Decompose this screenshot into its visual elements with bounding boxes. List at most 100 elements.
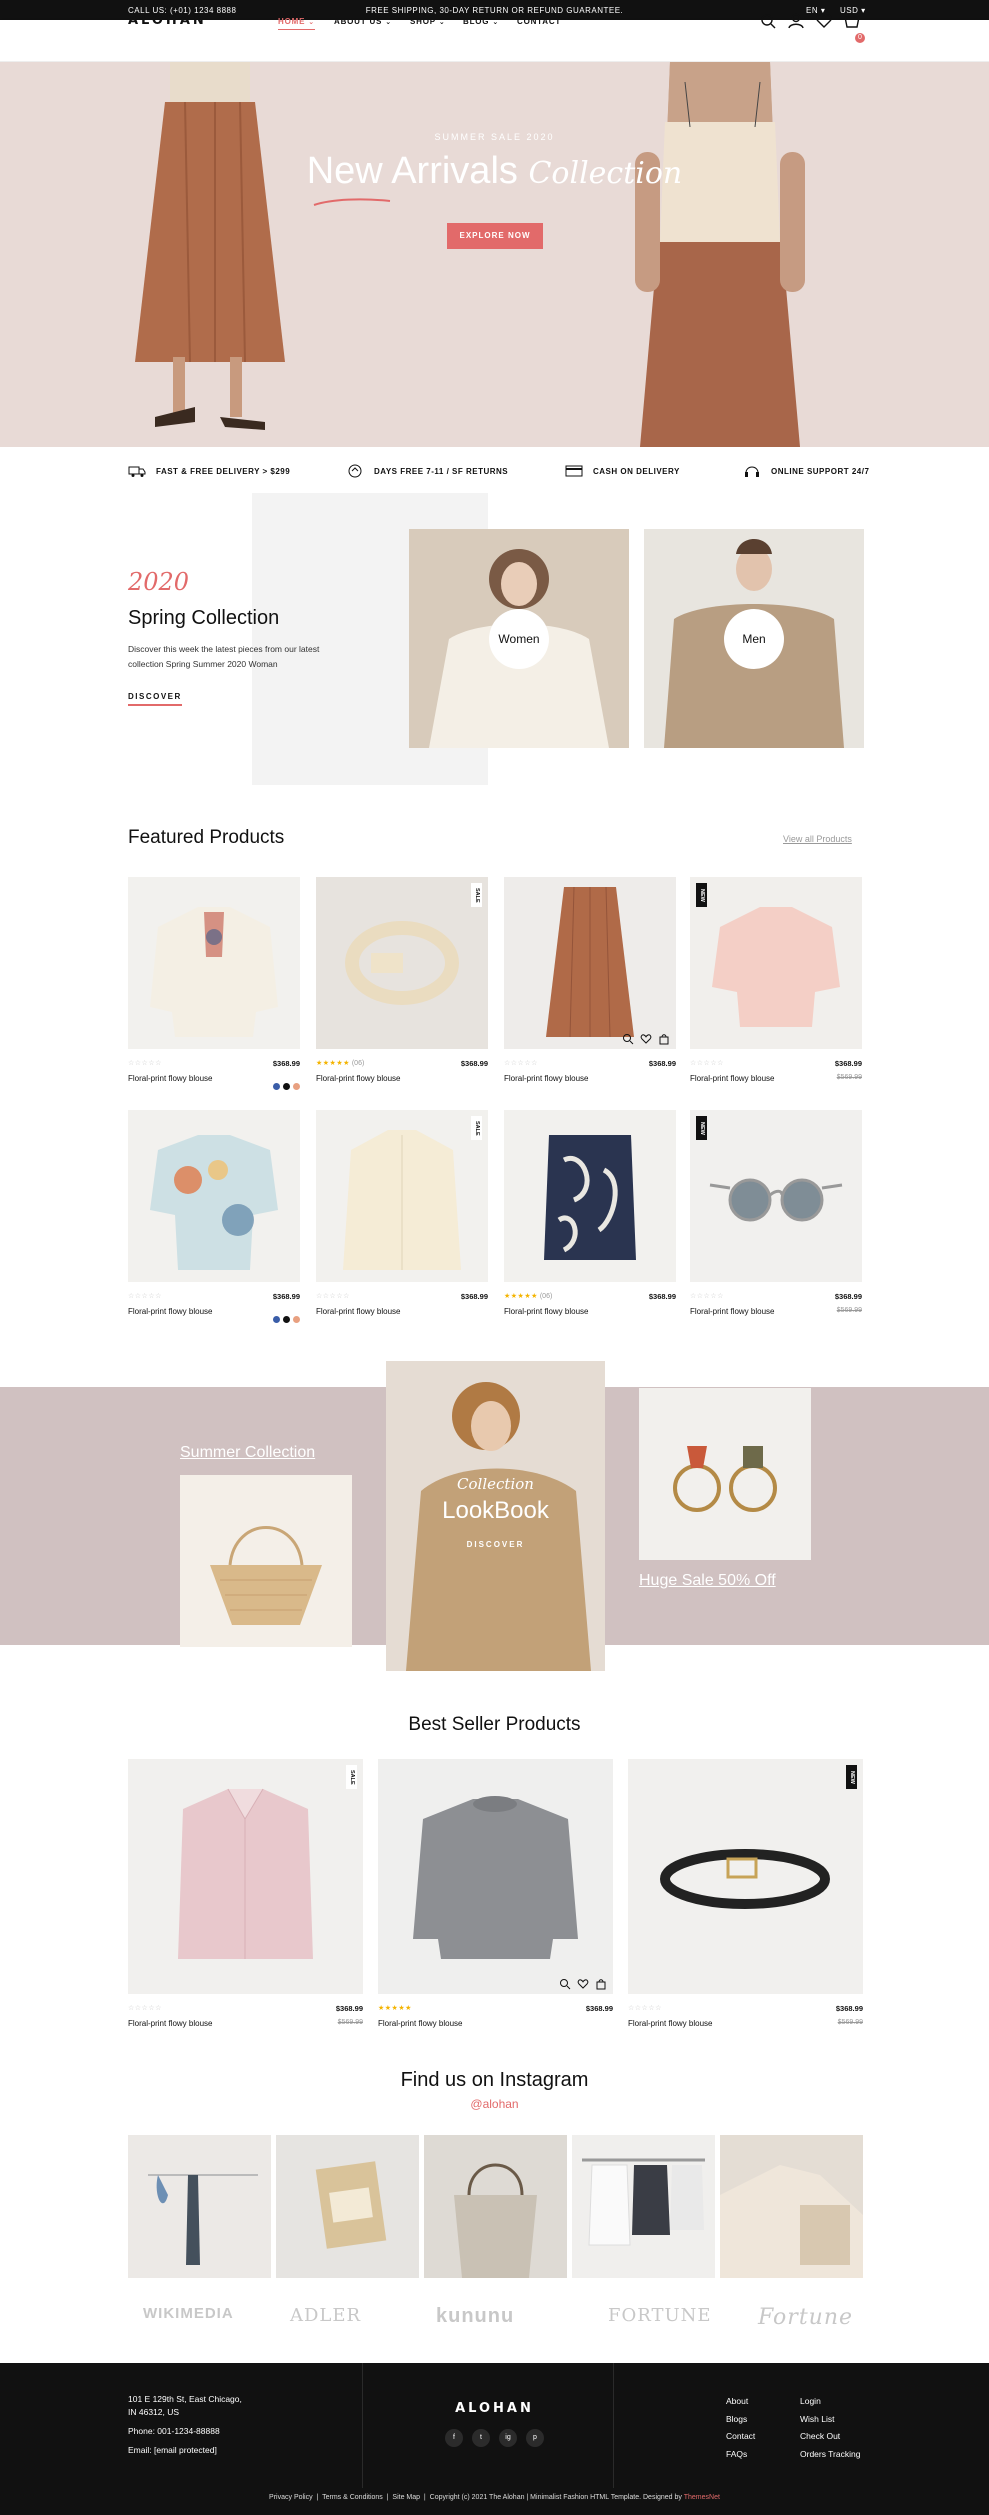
product-name[interactable]: Floral-print flowy blouse: [504, 1074, 676, 1083]
old-price: $569.99: [337, 2019, 363, 2026]
site-logo[interactable]: ALOHAN: [128, 13, 207, 28]
product-name[interactable]: Floral-print flowy blouse $569.99: [128, 2019, 363, 2028]
product-card[interactable]: SALE ★★★★★ (06) $368.99 Floral-print flow…: [316, 877, 488, 1083]
add-to-cart-icon[interactable]: [658, 1033, 670, 1045]
footer-phone: Phone: 001-1234-88888: [128, 2426, 220, 2436]
spring-discover-link[interactable]: DISCOVER: [128, 692, 182, 706]
product-image[interactable]: SALE: [128, 1759, 363, 1994]
support-icon: [745, 466, 759, 477]
search-icon[interactable]: [759, 12, 777, 30]
summer-collection-link[interactable]: Summer Collection: [180, 1444, 315, 1462]
twitter-icon[interactable]: t: [472, 2429, 490, 2447]
footer-link-faqs[interactable]: FAQs: [726, 2446, 755, 2464]
feature-cash-on-delivery: CASH ON DELIVERY: [565, 463, 680, 479]
product-card[interactable]: ☆☆☆☆☆ $368.99 Floral-print flowy blouse: [504, 877, 676, 1083]
explore-now-button[interactable]: EXPLORE NOW: [447, 223, 543, 249]
quick-view-icon[interactable]: [559, 1978, 571, 1990]
swatch[interactable]: [273, 1083, 280, 1090]
instagram-handle[interactable]: @alohan: [0, 2097, 989, 2111]
nav-blog[interactable]: BLOG ⌄: [463, 17, 499, 26]
product-card[interactable]: SALE ☆☆☆☆☆ $368.99 Floral-print flowy blo…: [316, 1110, 488, 1316]
product-card[interactable]: ★★★★★ $368.99 Floral-print flowy blouse: [378, 1759, 613, 2028]
product-image[interactable]: [504, 1110, 676, 1282]
user-icon[interactable]: [787, 12, 805, 30]
spring-title: Spring Collection: [128, 607, 280, 629]
swatch[interactable]: [273, 1316, 280, 1323]
product-card[interactable]: ☆☆☆☆☆ $368.99 Floral-print flowy blouse: [128, 877, 300, 1090]
hero-underline-swash: [313, 198, 391, 206]
product-name[interactable]: Floral-print flowy blouse: [128, 1074, 300, 1090]
product-image[interactable]: [378, 1759, 613, 1994]
product-name[interactable]: Floral-print flowy blouse $569.99: [690, 1074, 862, 1083]
instagram-tile[interactable]: [720, 2135, 863, 2278]
swatch[interactable]: [293, 1083, 300, 1090]
nav-contact[interactable]: CONTACT: [517, 17, 561, 26]
footer-email[interactable]: Email: [email protected]: [128, 2444, 217, 2457]
quick-view-icon[interactable]: [622, 1033, 634, 1045]
basket-image[interactable]: [180, 1475, 352, 1647]
earrings-image[interactable]: [639, 1388, 811, 1560]
heart-icon[interactable]: [815, 12, 833, 30]
product-card[interactable]: ★★★★★ (06) $368.99 Floral-print flowy blo…: [504, 1110, 676, 1316]
feature-online-support: ONLINE SUPPORT 24/7: [743, 463, 869, 479]
product-name[interactable]: Floral-print flowy blouse $569.99: [690, 1307, 862, 1316]
product-name[interactable]: Floral-print flowy blouse: [316, 1307, 488, 1316]
wishlist-icon[interactable]: [577, 1978, 589, 1990]
footer-link-about[interactable]: About: [726, 2393, 755, 2411]
product-card[interactable]: NEW ☆☆☆☆☆ $368.99 Floral-print flowy blou…: [690, 1110, 862, 1316]
product-name[interactable]: Floral-print flowy blouse $569.99: [628, 2019, 863, 2028]
product-image[interactable]: NEW: [690, 1110, 862, 1282]
instagram-tile[interactable]: [128, 2135, 271, 2278]
terms-link[interactable]: Terms & Conditions: [322, 2494, 383, 2501]
footer-link-login[interactable]: Login: [800, 2393, 860, 2411]
instagram-icon[interactable]: ig: [499, 2429, 517, 2447]
nav-about-us[interactable]: ABOUT US ⌄: [334, 17, 392, 26]
product-image[interactable]: NEW: [690, 877, 862, 1049]
huge-sale-link[interactable]: Huge Sale 50% Off: [639, 1572, 776, 1590]
swatch[interactable]: [283, 1083, 290, 1090]
product-card[interactable]: ☆☆☆☆☆ $368.99 Floral-print flowy blouse: [128, 1110, 300, 1323]
nav-home[interactable]: HOME ⌄: [278, 17, 315, 30]
footer-link-blogs[interactable]: Blogs: [726, 2411, 755, 2429]
product-name[interactable]: Floral-print flowy blouse: [378, 2019, 613, 2028]
wishlist-icon[interactable]: [640, 1033, 652, 1045]
cart-icon[interactable]: [843, 12, 861, 30]
facebook-icon[interactable]: f: [445, 2429, 463, 2447]
swatch[interactable]: [293, 1316, 300, 1323]
lookbook-discover-link[interactable]: DISCOVER: [386, 1540, 605, 1549]
product-image[interactable]: [128, 877, 300, 1049]
privacy-policy-link[interactable]: Privacy Policy: [269, 2494, 313, 2501]
add-to-cart-icon[interactable]: [595, 1978, 607, 1990]
product-name[interactable]: Floral-print flowy blouse: [128, 1307, 300, 1323]
product-image[interactable]: SALE: [316, 1110, 488, 1282]
instagram-title: Find us on Instagram: [400, 2069, 589, 2091]
designer-link[interactable]: ThemesNet: [684, 2494, 720, 2501]
product-name[interactable]: Floral-print flowy blouse: [316, 1074, 488, 1083]
instagram-tile[interactable]: [276, 2135, 419, 2278]
swatch[interactable]: [283, 1316, 290, 1323]
instagram-tile[interactable]: [424, 2135, 567, 2278]
footer-link-orders-tracking[interactable]: Orders Tracking: [800, 2446, 860, 2464]
nav-shop[interactable]: SHOP ⌄: [410, 17, 446, 26]
product-name[interactable]: Floral-print flowy blouse: [504, 1307, 676, 1316]
view-all-products-link[interactable]: View all Products: [783, 834, 852, 844]
sitemap-link[interactable]: Site Map: [392, 2494, 420, 2501]
pinterest-icon[interactable]: p: [526, 2429, 544, 2447]
footer-link-contact[interactable]: Contact: [726, 2428, 755, 2446]
footer-link-checkout[interactable]: Check Out: [800, 2428, 860, 2446]
hero-title-script: Collection: [528, 156, 683, 191]
hero-subtitle: SUMMER SALE 2020: [434, 132, 555, 142]
product-card[interactable]: NEW ☆☆☆☆☆ $368.99 Floral-print flowy blou…: [690, 877, 862, 1083]
product-image[interactable]: NEW: [628, 1759, 863, 1994]
category-card-men[interactable]: Men: [644, 529, 864, 748]
product-image[interactable]: SALE: [316, 877, 488, 1049]
footer-link-wishlist[interactable]: Wish List: [800, 2411, 860, 2429]
footer: 101 E 129th St, East Chicago, IN 46312, …: [0, 2363, 989, 2515]
instagram-tile[interactable]: [572, 2135, 715, 2278]
product-image[interactable]: [504, 877, 676, 1049]
category-card-women[interactable]: Women: [409, 529, 629, 748]
product-actions: [559, 1978, 607, 1990]
product-image[interactable]: [128, 1110, 300, 1282]
product-card[interactable]: SALE ☆☆☆☆☆ $368.99 Floral-print flowy blo…: [128, 1759, 363, 2028]
product-card[interactable]: NEW ☆☆☆☆☆ $368.99 Floral-print flowy blou…: [628, 1759, 863, 2028]
